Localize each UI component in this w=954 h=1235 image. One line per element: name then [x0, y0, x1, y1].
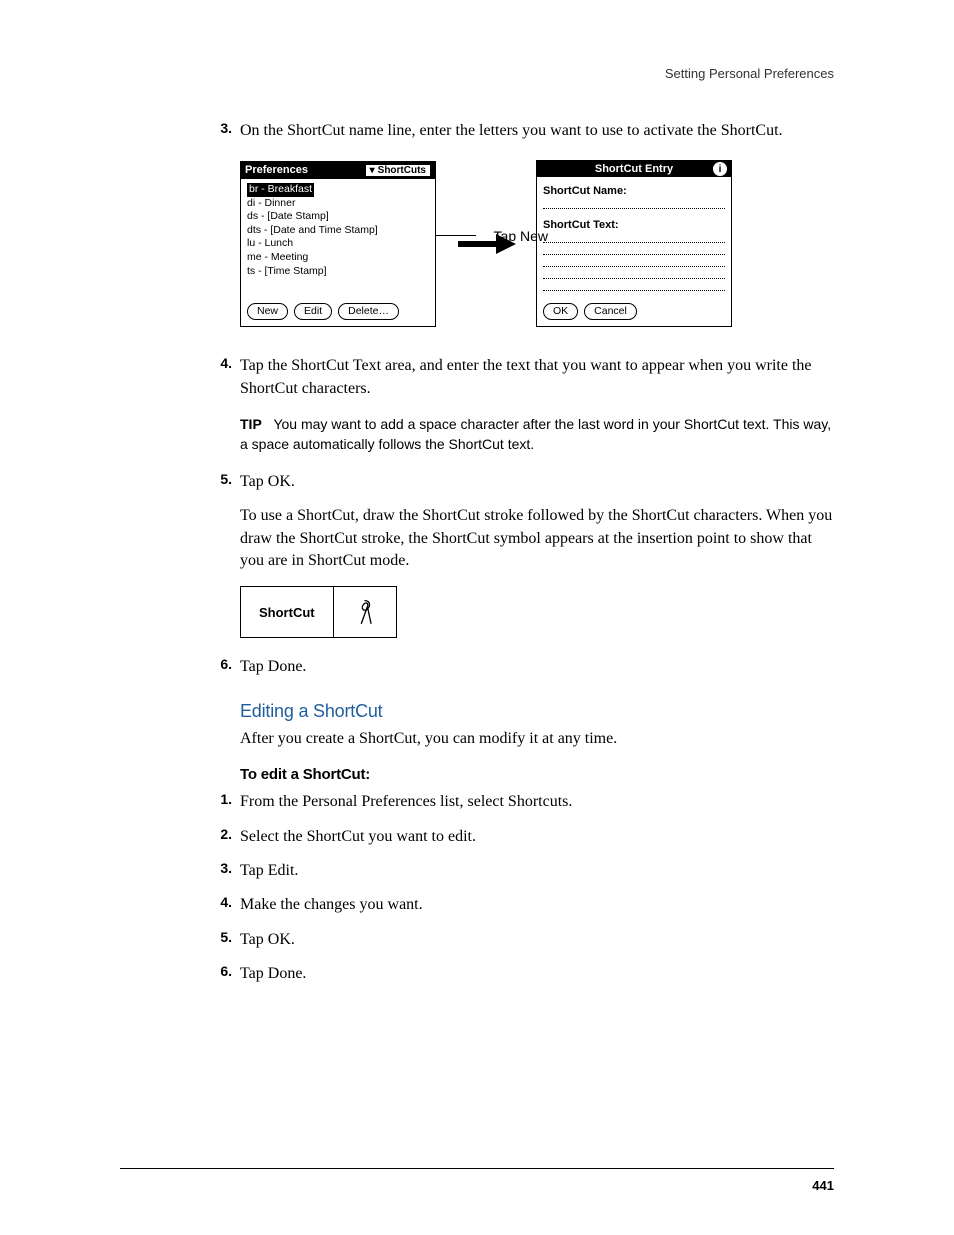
- step-text: Make the changes you want.: [240, 894, 834, 916]
- step-number: 5.: [220, 471, 240, 493]
- step-number: 4.: [220, 355, 240, 400]
- page-number: 441: [812, 1178, 834, 1193]
- step-6: 6. Tap Done.: [120, 656, 834, 678]
- page-header: Setting Personal Preferences: [665, 66, 834, 81]
- arrow-column: Tap New: [436, 234, 536, 254]
- shortcut-name-input[interactable]: [543, 199, 725, 209]
- tip-text: You may want to add a space character af…: [240, 416, 831, 452]
- shortcut-text-input[interactable]: [543, 269, 725, 279]
- usage-paragraph: To use a ShortCut, draw the ShortCut str…: [240, 505, 834, 572]
- step-text: Tap OK.: [240, 471, 834, 493]
- chevron-down-icon: ▾: [370, 165, 375, 176]
- step-3: 3. On the ShortCut name line, enter the …: [120, 120, 834, 142]
- step-number: 6.: [220, 656, 240, 678]
- prefs-titlebar: Preferences ▾ ShortCuts: [241, 162, 435, 179]
- shortcut-text-input[interactable]: [543, 257, 725, 267]
- step-text: Tap Edit.: [240, 860, 834, 882]
- step-text: On the ShortCut name line, enter the let…: [240, 120, 834, 142]
- edit-step-2: 2. Select the ShortCut you want to edit.: [120, 826, 834, 848]
- shortcut-symbol-table: ShortCut: [240, 586, 397, 638]
- tip-label: TIP: [240, 416, 262, 432]
- list-item[interactable]: di - Dinner: [247, 197, 429, 211]
- step-number: 4.: [220, 894, 240, 916]
- list-item[interactable]: dts - [Date and Time Stamp]: [247, 224, 429, 238]
- list-item[interactable]: lu - Lunch: [247, 237, 429, 251]
- new-button[interactable]: New: [247, 303, 288, 320]
- step-text: From the Personal Preferences list, sele…: [240, 791, 834, 813]
- step-4: 4. Tap the ShortCut Text area, and enter…: [120, 355, 834, 400]
- step-number: 6.: [220, 963, 240, 985]
- shortcut-text-label: ShortCut Text:: [543, 219, 725, 231]
- edit-step-6: 6. Tap Done.: [120, 963, 834, 985]
- list-item[interactable]: br - Breakfast: [247, 183, 314, 197]
- shortcut-text-input[interactable]: [543, 281, 725, 291]
- step-text: Select the ShortCut you want to edit.: [240, 826, 834, 848]
- callout-line: [436, 235, 476, 236]
- step-text: Tap Done.: [240, 963, 834, 985]
- edit-step-1: 1. From the Personal Preferences list, s…: [120, 791, 834, 813]
- tip-paragraph: TIP You may want to add a space characte…: [240, 414, 834, 455]
- heading-editing-shortcut: Editing a ShortCut: [240, 701, 834, 722]
- preferences-screen: Preferences ▾ ShortCuts br - Breakfast d…: [240, 161, 436, 327]
- edit-intro-paragraph: After you create a ShortCut, you can mod…: [240, 728, 834, 750]
- shortcut-text-input[interactable]: [543, 245, 725, 255]
- edit-step-5: 5. Tap OK.: [120, 929, 834, 951]
- step-text: Tap the ShortCut Text area, and enter th…: [240, 355, 834, 400]
- list-item[interactable]: ts - [Time Stamp]: [247, 265, 429, 279]
- step-5: 5. Tap OK.: [120, 471, 834, 493]
- step-number: 1.: [220, 791, 240, 813]
- step-number: 2.: [220, 826, 240, 848]
- list-item[interactable]: me - Meeting: [247, 251, 429, 265]
- step-number: 3.: [220, 120, 240, 142]
- heading-to-edit: To edit a ShortCut:: [240, 766, 834, 783]
- entry-titlebar: ShortCut Entry i: [537, 161, 731, 177]
- prefs-dropdown[interactable]: ▾ ShortCuts: [365, 164, 431, 177]
- step-number: 5.: [220, 929, 240, 951]
- page-content: 3. On the ShortCut name line, enter the …: [120, 120, 834, 997]
- footer-rule: [120, 1168, 834, 1169]
- delete-button[interactable]: Delete…: [338, 303, 399, 320]
- info-icon[interactable]: i: [713, 162, 727, 176]
- step-text: Tap Done.: [240, 656, 834, 678]
- tap-new-callout: Tap New: [494, 228, 548, 244]
- step-text: Tap OK.: [240, 929, 834, 951]
- list-item[interactable]: ds - [Date Stamp]: [247, 210, 429, 224]
- shortcut-entry-screen: ShortCut Entry i ShortCut Name: ShortCut…: [536, 160, 732, 327]
- ok-button[interactable]: OK: [543, 303, 578, 320]
- figure-shortcut-screens: Preferences ▾ ShortCuts br - Breakfast d…: [240, 160, 834, 327]
- shortcut-stroke-icon: [352, 597, 378, 627]
- prefs-dropdown-label: ShortCuts: [378, 165, 426, 176]
- edit-step-4: 4. Make the changes you want.: [120, 894, 834, 916]
- cancel-button[interactable]: Cancel: [584, 303, 637, 320]
- edit-step-3: 3. Tap Edit.: [120, 860, 834, 882]
- step-number: 3.: [220, 860, 240, 882]
- shortcut-name-label: ShortCut Name:: [543, 185, 725, 197]
- entry-title-text: ShortCut Entry: [595, 163, 673, 175]
- prefs-title-text: Preferences: [245, 164, 308, 176]
- shortcut-glyph-cell: [333, 587, 396, 638]
- shortcut-list[interactable]: br - Breakfast di - Dinner ds - [Date St…: [241, 179, 435, 299]
- shortcut-label-cell: ShortCut: [241, 587, 334, 638]
- shortcut-text-input[interactable]: [543, 233, 725, 243]
- edit-button[interactable]: Edit: [294, 303, 332, 320]
